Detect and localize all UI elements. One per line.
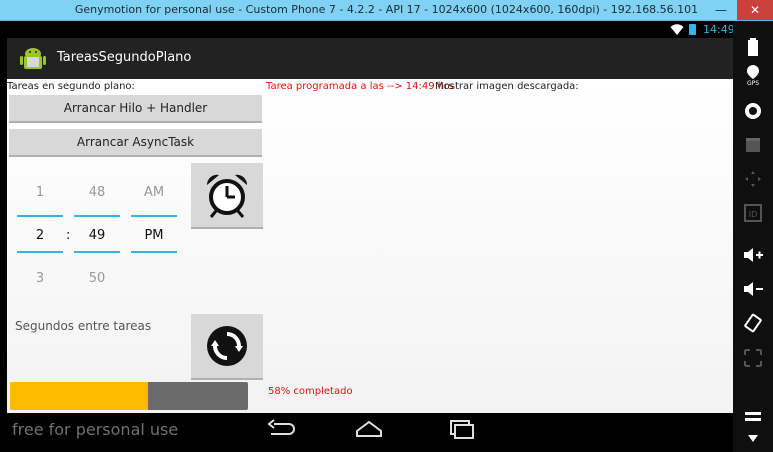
scheduled-task-text: Tarea programada a las --> 14:49 hrs [266,81,454,92]
seconds-between-tasks-label: Segundos entre tareas [15,319,152,333]
hour-selected[interactable]: 2 [17,228,63,243]
camera-icon[interactable] [741,99,765,123]
alarm-clock-icon [206,174,248,218]
time-separator: : [66,228,71,243]
svg-text:GPS: GPS [747,80,759,86]
device-id-icon[interactable]: ID [741,201,765,225]
section-label: Tareas en segundo plano: [7,81,135,92]
ampm-selected[interactable]: PM [131,228,177,243]
schedule-alarm-button[interactable] [191,163,263,229]
svg-text:ID: ID [749,210,758,219]
show-image-label: Mostrar imagen descargada: [435,81,579,92]
refresh-icon [207,326,247,366]
volume-up-icon[interactable] [741,243,765,267]
android-screen: 14:49 TareasSegundoPlano Tareas en segun… [7,21,735,445]
battery-icon [689,24,696,35]
ampm-prev[interactable]: AM [131,185,177,200]
screencast-icon[interactable] [741,133,765,157]
volume-down-icon[interactable] [741,277,765,301]
gps-icon[interactable]: GPS [741,63,765,87]
battery-widget-icon[interactable] [741,35,765,59]
progress-fill [10,382,149,410]
minute-selected[interactable]: 49 [74,228,120,243]
personal-use-watermark: free for personal use [12,420,179,439]
ampm-divider-top [131,215,177,217]
hour-divider-bottom [17,251,63,253]
remote-control-icon[interactable] [741,167,765,191]
progress-text: 58% completado [268,386,353,397]
app-title: TareasSegundoPlano [57,50,192,65]
scroll-down-icon[interactable] [741,427,765,451]
status-bar: 14:49 [7,21,735,38]
start-thread-handler-button[interactable]: Arrancar Hilo + Handler [9,95,262,123]
window-title: Genymotion for personal use - Custom Pho… [74,3,699,16]
start-asynctask-button[interactable]: Arrancar AsyncTask [9,129,262,157]
close-icon[interactable]: ✕ [737,0,773,20]
refresh-button[interactable] [191,314,263,380]
hour-next[interactable]: 3 [17,271,63,286]
recent-apps-icon[interactable] [447,419,477,439]
navigation-bar: free for personal use [7,413,733,445]
hour-divider-top [17,215,63,217]
scale-icon[interactable] [741,346,765,370]
window-titlebar: Genymotion for personal use - Custom Pho… [0,0,773,21]
minute-divider-top [74,215,120,217]
progress-bar [10,382,248,410]
menu-icon[interactable] [741,405,765,429]
wifi-icon [670,24,684,35]
action-bar: TareasSegundoPlano [7,38,733,79]
android-icon [20,48,46,69]
back-icon[interactable] [265,419,295,439]
home-icon[interactable] [354,419,384,439]
hour-prev[interactable]: 1 [17,185,63,200]
minute-divider-bottom [74,251,120,253]
rotate-icon[interactable] [741,311,765,335]
emulator-toolbar: GPS ID [733,21,773,452]
main-content: Tareas en segundo plano: Tarea programad… [7,79,733,413]
minimize-icon[interactable]: — [712,0,730,20]
status-clock: 14:49 [703,23,735,36]
minute-prev[interactable]: 48 [74,185,120,200]
minute-next[interactable]: 50 [74,271,120,286]
ampm-divider-bottom [131,251,177,253]
